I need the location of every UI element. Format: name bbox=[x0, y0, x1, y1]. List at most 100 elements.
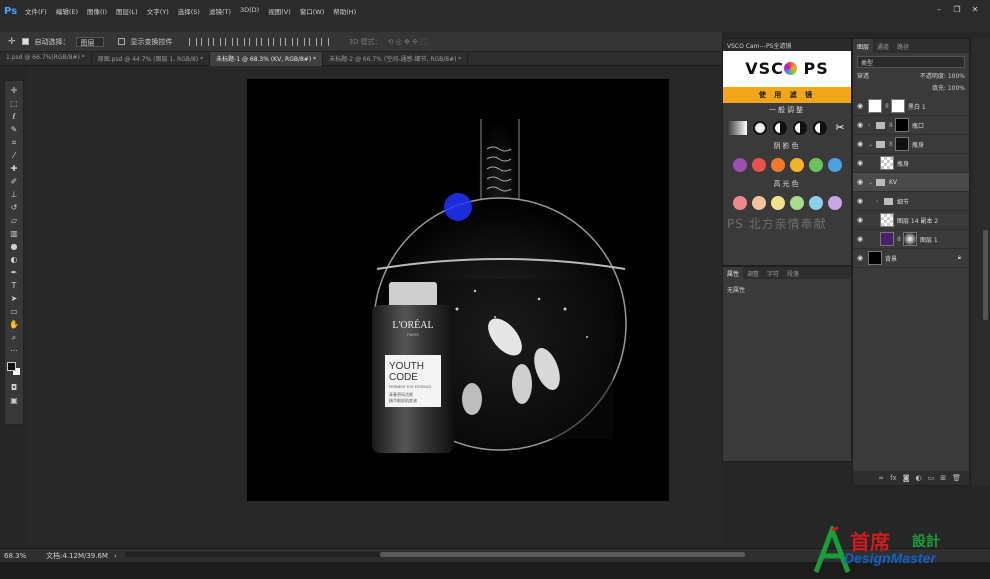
layer-style-icon[interactable]: fx bbox=[890, 474, 897, 482]
distribute-vcenter-icon[interactable] bbox=[272, 37, 281, 46]
zoom-level[interactable]: 68.3% bbox=[4, 552, 44, 560]
opacity-field[interactable]: 不透明度: 100% bbox=[920, 71, 965, 83]
tab-character[interactable]: 字符 bbox=[763, 267, 783, 279]
tools-icon[interactable]: ✂ bbox=[833, 121, 847, 135]
highlight-color-swatch[interactable] bbox=[732, 196, 747, 210]
document-canvas[interactable]: L'ORÉAL PARIS YOUTH CODE FERMENT EYE ESS… bbox=[247, 79, 669, 501]
menu-select[interactable]: 选择(S) bbox=[178, 6, 200, 16]
move-tool-icon[interactable]: ✛ bbox=[8, 85, 20, 96]
shape-tool-icon[interactable]: ▭ bbox=[8, 306, 20, 317]
exposure-icon[interactable] bbox=[753, 121, 767, 135]
contrast-icon[interactable] bbox=[773, 121, 787, 135]
move-tool-icon[interactable]: ✛ bbox=[8, 37, 16, 47]
quick-select-tool-icon[interactable]: ✎ bbox=[8, 124, 20, 135]
layer-row[interactable]: ◉ ⌄ 8 瓶身 bbox=[853, 135, 969, 154]
eraser-tool-icon[interactable]: ▱ bbox=[8, 215, 20, 226]
align-bottom-icon[interactable] bbox=[212, 37, 221, 46]
lasso-tool-icon[interactable]: ℓ bbox=[8, 111, 20, 122]
visibility-eye-icon[interactable]: ◉ bbox=[857, 102, 865, 110]
status-menu-arrow-icon[interactable]: › bbox=[114, 552, 117, 560]
chevron-right-icon[interactable]: › bbox=[868, 122, 874, 129]
show-transform-checkbox[interactable] bbox=[117, 38, 125, 45]
auto-select-dropdown[interactable]: 图层 bbox=[75, 36, 104, 47]
path-select-tool-icon[interactable]: ➤ bbox=[8, 293, 20, 304]
horizontal-scrollbar-thumb[interactable] bbox=[380, 552, 745, 557]
menu-type[interactable]: 文字(Y) bbox=[147, 6, 169, 16]
marquee-tool-icon[interactable]: ⬚ bbox=[8, 98, 20, 109]
layer-row[interactable]: ◉ 图层 14 副本 2 bbox=[853, 211, 969, 230]
eyedropper-tool-icon[interactable]: ⁄ bbox=[8, 150, 20, 161]
tab-layers[interactable]: 图层 bbox=[853, 39, 874, 53]
highlight-color-swatch[interactable] bbox=[827, 196, 842, 210]
right-panel-scrollbar-thumb[interactable] bbox=[983, 230, 988, 320]
layer-row-selected[interactable]: ◉ ⌄ KV bbox=[853, 173, 969, 192]
chevron-down-icon[interactable]: ⌄ bbox=[868, 141, 874, 148]
layer-row[interactable]: ◉ 8 黑白 1 bbox=[853, 97, 969, 116]
align-hcenter-icon[interactable] bbox=[236, 37, 245, 46]
dodge-tool-icon[interactable]: ◐ bbox=[8, 254, 20, 265]
visibility-eye-icon[interactable]: ◉ bbox=[857, 235, 865, 243]
align-right-icon[interactable] bbox=[248, 37, 257, 46]
tab-properties[interactable]: 属性 bbox=[723, 267, 744, 279]
quick-mask-icon[interactable]: ◘ bbox=[8, 382, 20, 393]
distribute-hcenter-icon[interactable] bbox=[308, 37, 317, 46]
layer-row[interactable]: ◉ › 8 瓶口 bbox=[853, 116, 969, 135]
layer-row[interactable]: ◉ 瓶身 bbox=[853, 154, 969, 173]
3d-orbit-icon[interactable]: ⟲ ◎ ✥ ✣ ⬚ bbox=[388, 38, 427, 46]
align-left-icon[interactable] bbox=[224, 37, 233, 46]
layer-row[interactable]: ◉ 8 图层 1 bbox=[853, 230, 969, 249]
foreground-color-swatch[interactable] bbox=[7, 362, 16, 371]
shadow-color-swatch[interactable] bbox=[732, 158, 747, 172]
levels-icon[interactable] bbox=[727, 121, 747, 135]
add-mask-icon[interactable]: ◙ bbox=[903, 474, 910, 482]
shadow-color-swatch[interactable] bbox=[789, 158, 804, 172]
layer-row[interactable]: ◉ 背景 🔒︎ bbox=[853, 249, 969, 268]
highlight-color-swatch[interactable] bbox=[751, 196, 766, 210]
distribute-bottom-icon[interactable] bbox=[284, 37, 293, 46]
apply-filter-button[interactable]: 使 用 滤 镜 bbox=[723, 87, 851, 103]
menu-file[interactable]: 文件(F) bbox=[25, 6, 47, 16]
shadow-color-swatch[interactable] bbox=[808, 158, 823, 172]
distribute-top-icon[interactable] bbox=[260, 37, 269, 46]
highlight-color-swatch[interactable] bbox=[789, 196, 804, 210]
visibility-eye-icon[interactable]: ◉ bbox=[857, 140, 865, 148]
saturation-icon[interactable] bbox=[793, 121, 807, 135]
visibility-eye-icon[interactable]: ◉ bbox=[857, 121, 865, 129]
hand-tool-icon[interactable]: ✋ bbox=[8, 319, 20, 330]
fill-field[interactable]: 填充: 100% bbox=[932, 83, 965, 95]
menu-help[interactable]: 帮助(H) bbox=[333, 6, 356, 16]
blend-mode-dropdown[interactable]: 穿透 bbox=[857, 71, 869, 83]
menu-filter[interactable]: 滤镜(T) bbox=[209, 6, 231, 16]
highlight-color-swatch[interactable] bbox=[808, 196, 823, 210]
menu-3d[interactable]: 3D(D) bbox=[240, 6, 259, 14]
minimize-icon[interactable]: – bbox=[932, 4, 946, 16]
new-layer-icon[interactable]: ⊞ bbox=[940, 474, 946, 482]
stamp-tool-icon[interactable]: ⊥ bbox=[8, 189, 20, 200]
highlight-color-swatch[interactable] bbox=[770, 196, 785, 210]
lock-icon[interactable]: 🔒︎ bbox=[958, 254, 961, 262]
visibility-eye-icon[interactable]: ◉ bbox=[857, 197, 865, 205]
auto-select-checkbox[interactable] bbox=[21, 38, 29, 45]
distribute-left-icon[interactable] bbox=[296, 37, 305, 46]
blur-tool-icon[interactable]: ● bbox=[8, 241, 20, 252]
shadow-color-swatch[interactable] bbox=[770, 158, 785, 172]
new-group-icon[interactable]: ▭ bbox=[928, 474, 935, 482]
tab-channels[interactable]: 通道 bbox=[873, 39, 893, 53]
close-icon[interactable]: ✕ bbox=[968, 4, 982, 16]
visibility-eye-icon[interactable]: ◉ bbox=[857, 254, 865, 262]
visibility-eye-icon[interactable]: ◉ bbox=[857, 216, 865, 224]
document-tab-active[interactable]: 未标题-1 @ 68.3% (KV, RGB/8#) * bbox=[210, 52, 324, 66]
distribute-right-icon[interactable] bbox=[320, 37, 329, 46]
screen-mode-icon[interactable]: ▣ bbox=[8, 395, 20, 406]
tab-paths[interactable]: 路径 bbox=[893, 39, 913, 53]
gradient-tool-icon[interactable]: ▥ bbox=[8, 228, 20, 239]
document-tab[interactable]: 原图.psd @ 44.7% (图层 1, RGB/8) * bbox=[92, 52, 211, 66]
adjustment-layer-icon[interactable]: ◐ bbox=[916, 474, 922, 482]
brush-tool-icon[interactable]: ✐ bbox=[8, 176, 20, 187]
more-tools-icon[interactable]: ⋯ bbox=[8, 345, 20, 356]
visibility-eye-icon[interactable]: ◉ bbox=[857, 159, 865, 167]
pen-tool-icon[interactable]: ✒ bbox=[8, 267, 20, 278]
align-top-icon[interactable] bbox=[188, 37, 197, 46]
menu-image[interactable]: 图像(I) bbox=[87, 6, 107, 16]
menu-edit[interactable]: 编辑(E) bbox=[56, 6, 78, 16]
